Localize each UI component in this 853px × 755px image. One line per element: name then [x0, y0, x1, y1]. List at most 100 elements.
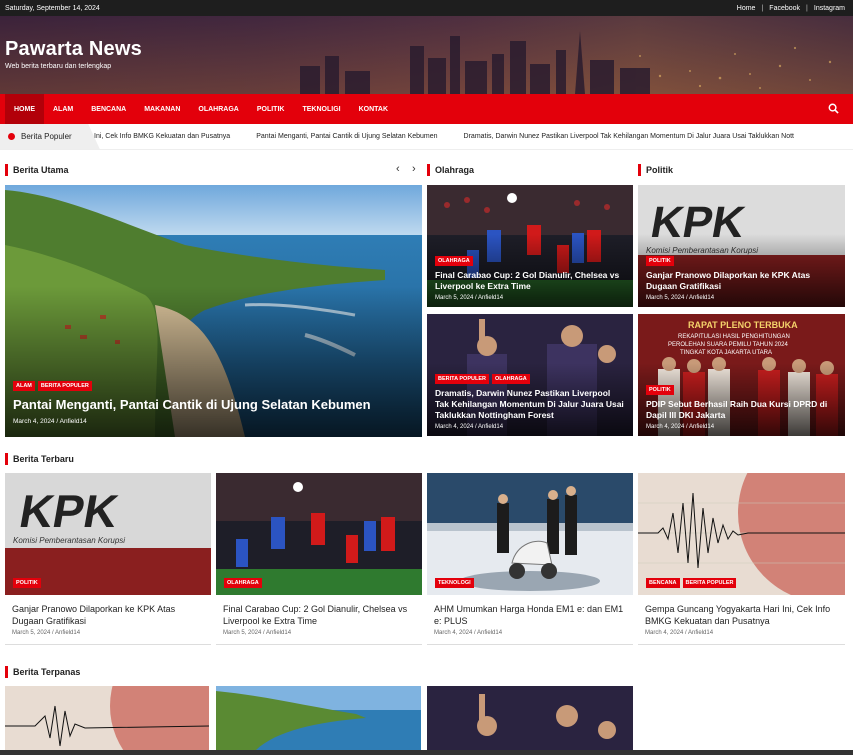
article-title[interactable]: Final Carabao Cup: 2 Gol Dianulir, Chels… [435, 270, 625, 292]
separator: | [806, 4, 808, 12]
divider [427, 644, 633, 645]
beach-image [216, 686, 421, 750]
section-title-politik: Politik [638, 163, 673, 177]
section-title-text: Berita Terpanas [13, 667, 81, 677]
separator: | [761, 4, 764, 12]
seismograph-image [5, 686, 209, 750]
kpk-letters: KPK [16, 485, 123, 537]
section-title-terbaru: Berita Terbaru [5, 452, 74, 466]
article-title[interactable]: Ganjar Pranowo Dilaporkan ke KPK Atas Du… [5, 603, 211, 627]
divider [5, 644, 211, 645]
featured-title[interactable]: Pantai Menganti, Pantai Cantik di Ujung … [13, 397, 414, 413]
nav-item-teknoligi[interactable]: TEKNOLIGI [293, 94, 349, 124]
section-title-text: Berita Utama [13, 165, 69, 175]
article-overlay: POLITIK PDIP Sebut Berhasil Raih Dua Kur… [646, 378, 837, 430]
politik-article[interactable]: KPK Komisi Pemberantasan Korupsi POLITIK… [638, 185, 845, 307]
politik-article[interactable]: RAPAT PLENO TERBUKA REKAPITULASI HASIL P… [638, 314, 845, 436]
hot-article[interactable] [5, 686, 209, 750]
category-badge[interactable]: BERITA POPULER [682, 578, 737, 588]
hot-article[interactable] [216, 686, 421, 750]
top-bar: Saturday, September 14, 2024 Home | Face… [0, 0, 853, 16]
article-thumbnail[interactable]: OLAHRAGA [216, 473, 422, 595]
article-title[interactable]: Gempa Guncang Yogyakarta Hari Ini, Cek I… [638, 603, 845, 627]
pleno-subtitle: REKAPITULASI HASIL PENGHITUNGAN [678, 334, 790, 340]
hot-article[interactable] [427, 686, 633, 750]
nav-item-bencana[interactable]: BENCANA [82, 94, 135, 124]
article-meta: March 4, 2024 / Anfield14 [434, 630, 503, 636]
article-overlay: BERITA POPULER OLAHRAGA Dramatis, Darwin … [435, 367, 625, 430]
divider [216, 644, 422, 645]
pleno-subtitle: TINGKAT KOTA JAKARTA UTARA [680, 350, 772, 356]
category-badge[interactable]: ALAM [13, 381, 35, 391]
article-overlay: OLAHRAGA Final Carabao Cup: 2 Gol Dianul… [435, 249, 625, 301]
latest-article[interactable]: BENCANA BERITA POPULER Gempa Guncang Yogy… [638, 473, 845, 645]
latest-article[interactable]: TEKNOLOGI AHM Umumkan Harga Honda EM1 e:… [427, 473, 633, 645]
article-meta: March 5, 2024 / Anfield14 [223, 630, 292, 636]
category-badge[interactable]: POLITIK [13, 578, 41, 588]
category-badge[interactable]: POLITIK [646, 256, 674, 266]
nav-item-home[interactable]: HOME [5, 94, 44, 124]
news-ticker: Berita Populer Ini, Cek Info BMKG Kekuat… [0, 124, 853, 150]
article-meta: March 5, 2024 / Anfield14 [435, 295, 504, 301]
category-badge[interactable]: BERITA POPULER [435, 374, 489, 384]
category-badge[interactable]: BERITA POPULER [37, 381, 92, 391]
olahraga-article[interactable]: BERITA POPULER OLAHRAGA Dramatis, Darwin … [427, 314, 633, 436]
ticker-item[interactable]: Dramatis, Darwin Nunez Pastikan Liverpoo… [464, 133, 794, 140]
category-badge[interactable]: OLAHRAGA [224, 578, 262, 588]
section-title-utama: Berita Utama [5, 163, 69, 177]
top-link-facebook[interactable]: Facebook [769, 5, 800, 12]
featured-article[interactable]: ALAM BERITA POPULER Pantai Menganti, Pant… [5, 185, 422, 437]
article-title[interactable]: Ganjar Pranowo Dilaporkan ke KPK Atas Du… [646, 270, 837, 292]
article-thumbnail[interactable]: TEKNOLOGI [427, 473, 633, 595]
nav-item-olahraga[interactable]: OLAHRAGA [189, 94, 247, 124]
featured-overlay: ALAM BERITA POPULER Pantai Menganti, Pant… [13, 374, 414, 425]
football-celebration-image [427, 686, 633, 750]
divider [638, 644, 845, 645]
nav-item-alam[interactable]: ALAM [44, 94, 82, 124]
article-meta: March 5, 2024 / Anfield14 [646, 295, 715, 301]
ticker-item[interactable]: Pantai Menganti, Pantai Cantik di Ujung … [256, 133, 437, 140]
live-dot-icon [8, 133, 15, 140]
category-badge[interactable]: BENCANA [646, 578, 680, 588]
pleno-subtitle: PEROLEHAN SUARA PEMILU TAHUN 2024 [668, 342, 788, 348]
current-date: Saturday, September 14, 2024 [5, 4, 100, 12]
section-title-terpanas: Berita Terpanas [5, 665, 80, 679]
section-title-olahraga: Olahraga [427, 163, 474, 177]
ticker-item[interactable]: Ini, Cek Info BMKG Kekuatan dan Pusatnya [94, 133, 230, 140]
category-badge[interactable]: OLAHRAGA [491, 374, 530, 384]
section-title-text: Politik [646, 165, 674, 175]
category-badge[interactable]: OLAHRAGA [435, 256, 473, 266]
category-badge[interactable]: TEKNOLOGI [435, 578, 474, 588]
top-links: Home | Facebook | Instagram [737, 5, 845, 12]
ticker-label: Berita Populer [0, 124, 100, 149]
article-meta: March 4, 2024 / Anfield14 [645, 630, 714, 636]
article-thumbnail[interactable]: BENCANA BERITA POPULER [638, 473, 845, 595]
nav-item-makanan[interactable]: MAKANAN [135, 94, 189, 124]
article-title[interactable]: Dramatis, Darwin Nunez Pastikan Liverpoo… [435, 388, 625, 421]
article-title[interactable]: PDIP Sebut Berhasil Raih Dua Kursi DPRD … [646, 399, 837, 421]
slider-next-icon[interactable]: › [412, 163, 416, 175]
article-overlay: POLITIK Ganjar Pranowo Dilaporkan ke KPK… [646, 249, 837, 301]
search-icon[interactable] [828, 103, 839, 114]
section-title-text: Olahraga [435, 165, 475, 175]
article-meta: March 5, 2024 / Anfield14 [12, 630, 81, 636]
olahraga-article[interactable]: OLAHRAGA Final Carabao Cup: 2 Gol Dianul… [427, 185, 633, 307]
article-title[interactable]: AHM Umumkan Harga Honda EM1 e: dan EM1 e… [427, 603, 633, 627]
latest-article[interactable]: OLAHRAGA Final Carabao Cup: 2 Gol Dianul… [216, 473, 422, 645]
top-link-home[interactable]: Home [737, 5, 756, 12]
article-meta: March 4, 2024 / Anfield14 [646, 424, 715, 430]
slider-prev-icon[interactable]: ‹ [396, 163, 400, 175]
kpk-subtext: Komisi Pemberantasan Korupsi [13, 536, 125, 545]
category-badge[interactable]: POLITIK [646, 385, 674, 395]
article-title[interactable]: Final Carabao Cup: 2 Gol Dianulir, Chels… [216, 603, 422, 627]
latest-article[interactable]: KPK Komisi Pemberantasan Korupsi POLITIK… [5, 473, 211, 645]
featured-meta: March 4, 2024 / Anfield14 [13, 418, 87, 425]
nav-item-kontak[interactable]: KONTAK [350, 94, 397, 124]
top-link-instagram[interactable]: Instagram [814, 5, 845, 12]
article-meta: March 4, 2024 / Anfield14 [435, 424, 504, 430]
main-nav: HOME ALAM BENCANA MAKANAN OLAHRAGA POLIT… [0, 94, 853, 124]
pleno-title: RAPAT PLENO TERBUKA [688, 320, 798, 330]
article-thumbnail[interactable]: KPK Komisi Pemberantasan Korupsi POLITIK [5, 473, 211, 595]
nav-item-politik[interactable]: POLITIK [248, 94, 294, 124]
site-title[interactable]: Pawarta News [5, 38, 142, 61]
